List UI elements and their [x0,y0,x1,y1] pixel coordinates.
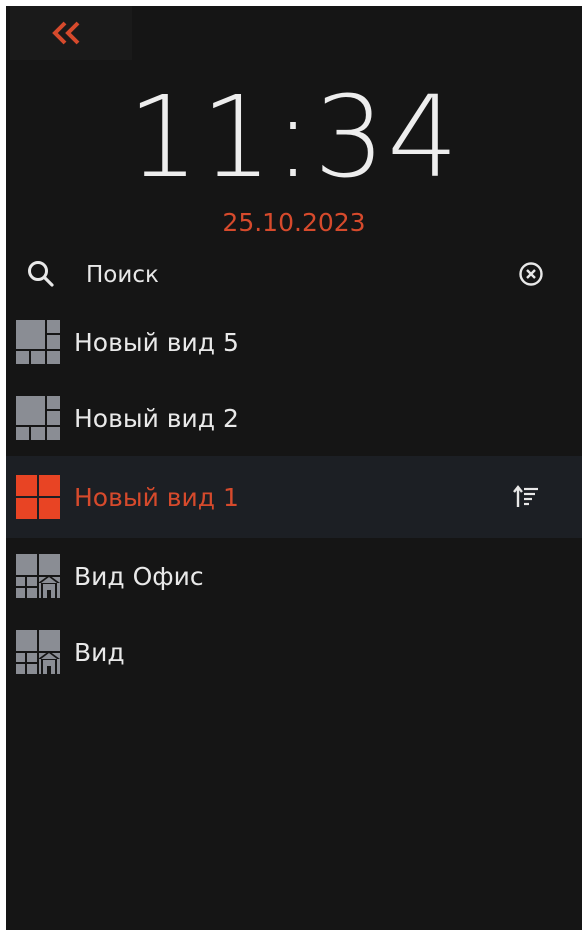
grid-home-icon [16,630,60,674]
grid-layout-icon [16,320,60,364]
clock-date: 25.10.2023 [222,208,366,237]
view-list: Новый вид 5 Новый вид 2 Новый вид 1 Вид … [6,304,582,690]
view-item[interactable]: Новый вид 5 [6,304,582,380]
view-item-selected[interactable]: Новый вид 1 [6,456,582,538]
view-item[interactable]: Новый вид 2 [6,380,582,456]
search-bar [6,246,582,304]
search-icon [28,261,54,287]
view-item-label: Вид [74,637,125,667]
view-item[interactable]: Вид [6,614,582,690]
clear-circle-icon[interactable] [518,261,544,287]
clock-time: 11:34 [127,73,461,203]
search-input[interactable] [86,255,486,295]
view-item[interactable]: Вид Офис [6,538,582,614]
grid-home-icon [16,554,60,598]
view-item-label: Новый вид 5 [74,327,239,357]
collapse-panel-button[interactable] [10,6,132,60]
double-chevron-left-icon [52,21,80,45]
sort-icon[interactable] [512,483,542,511]
view-item-label: Вид Офис [74,561,204,591]
view-item-label: Новый вид 2 [74,403,239,433]
grid-layout-icon [16,396,60,440]
grid-4-layout-icon [16,475,60,519]
view-item-label: Новый вид 1 [74,482,239,512]
views-panel: 11:34 25.10.2023 Новый вид 5 [6,6,582,930]
